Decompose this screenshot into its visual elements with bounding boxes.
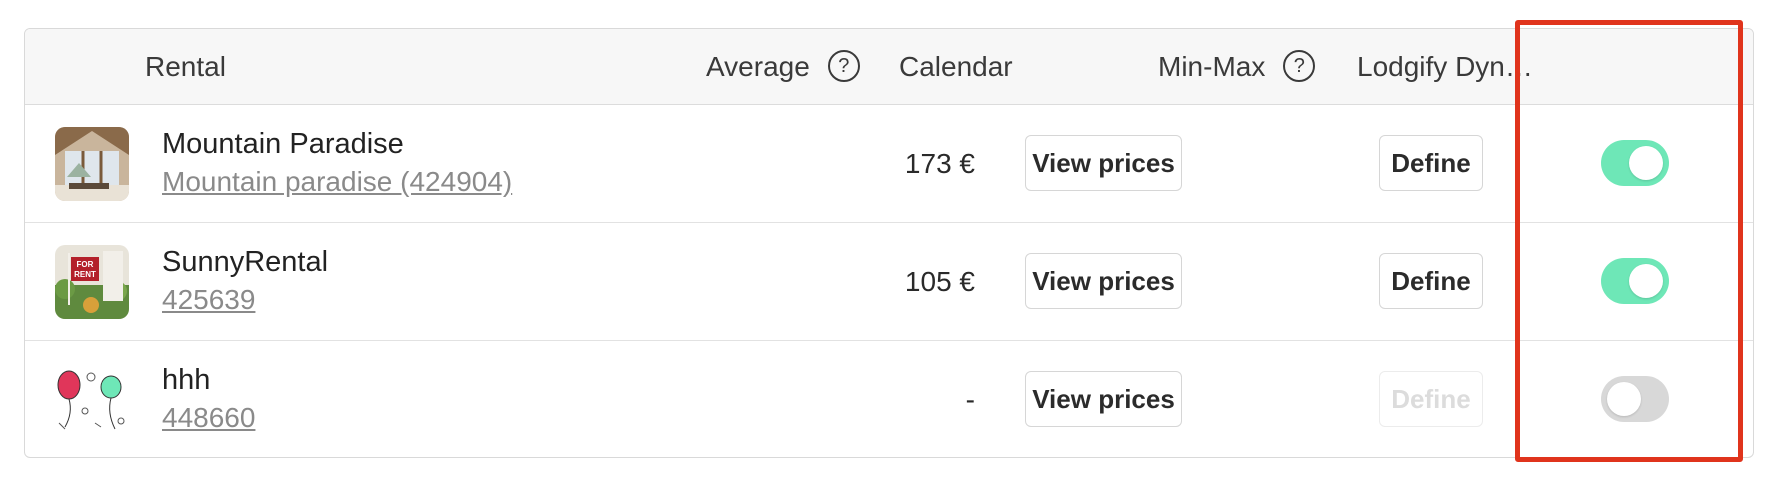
table-row: FOR RENT SunnyRental 425639 105 € View p… (25, 223, 1753, 341)
header-average-label: Average (706, 51, 810, 82)
rental-link[interactable]: Mountain paradise (424904) (162, 166, 512, 198)
rental-thumbnail (55, 363, 129, 437)
table-row: Mountain Paradise Mountain paradise (424… (25, 105, 1753, 223)
table-header: Rental Average? Calendar Min-Max? Lodgif… (25, 29, 1753, 105)
toggle-knob (1629, 264, 1663, 298)
lodgify-dynamic-toggle[interactable] (1601, 140, 1669, 186)
rental-link[interactable]: 448660 (162, 402, 255, 434)
header-minmax: Min-Max? (1158, 29, 1316, 104)
view-prices-button[interactable]: View prices (1025, 371, 1182, 427)
lodgify-dynamic-toggle[interactable] (1601, 258, 1669, 304)
view-prices-button[interactable]: View prices (1025, 253, 1182, 309)
svg-text:RENT: RENT (74, 270, 96, 279)
svg-text:FOR: FOR (77, 260, 94, 269)
view-prices-button[interactable]: View prices (1025, 135, 1182, 191)
header-rental: Rental (145, 51, 226, 82)
toggle-knob (1629, 146, 1663, 180)
rental-thumbnail (55, 127, 129, 201)
average-price: 173 € (904, 148, 975, 179)
define-button[interactable]: Define (1379, 135, 1483, 191)
rental-name: hhh (162, 364, 211, 396)
header-minmax-label: Min-Max (1158, 51, 1266, 82)
define-button[interactable]: Define (1379, 253, 1483, 309)
rental-name: SunnyRental (162, 246, 329, 278)
rental-link[interactable]: 425639 (162, 284, 255, 316)
rental-name: Mountain Paradise (162, 128, 404, 160)
rental-thumbnail: FOR RENT (55, 245, 129, 319)
toggle-knob (1607, 382, 1641, 416)
average-price: 105 € (904, 266, 975, 297)
rentals-table: Rental Average? Calendar Min-Max? Lodgif… (24, 28, 1754, 458)
average-help-icon[interactable]: ? (827, 49, 860, 82)
lodgify-dynamic-toggle[interactable] (1601, 376, 1669, 422)
define-button: Define (1379, 371, 1483, 427)
minmax-help-icon[interactable]: ? (1283, 49, 1316, 82)
header-calendar: Calendar (899, 51, 1013, 82)
header-average: Average? (706, 29, 860, 104)
header-lodgify-dynamic: Lodgify Dyn… (1357, 51, 1533, 82)
average-price: - (965, 384, 975, 415)
table-row: hhh 448660 - View prices Define (25, 341, 1753, 457)
